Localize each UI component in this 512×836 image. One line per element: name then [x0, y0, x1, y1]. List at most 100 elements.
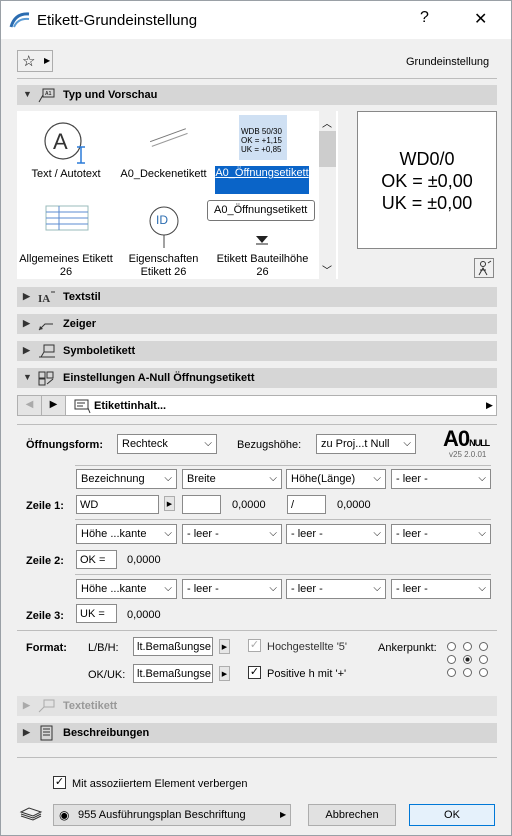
okuk-label: OK/UK: — [88, 669, 126, 681]
zeile2-select-3[interactable]: - leer - ⌵ — [286, 524, 386, 544]
id-text: ID — [156, 213, 168, 227]
arrow-right-icon: ▶ — [44, 56, 51, 65]
title-bar: Etikett-Grundeinstellung ? ✕ — [1, 1, 511, 39]
lbh-input[interactable]: lt.Bemaßungse — [133, 637, 213, 656]
library-scrollbar[interactable]: ︿ ﹀ — [319, 111, 336, 279]
chevron-down-icon: ⌵ — [164, 528, 172, 539]
section-beschreibungen[interactable]: ▶ Beschreibungen — [17, 723, 497, 743]
divider — [17, 78, 497, 79]
thumbnail-line: UK = +0,85 — [241, 145, 282, 154]
anchor-radio[interactable] — [479, 642, 488, 651]
select-value: Breite — [187, 473, 216, 485]
help-button[interactable]: ? — [420, 9, 429, 27]
zeile3-select-1[interactable]: Höhe ...kante ⌵ — [76, 579, 177, 599]
zeile3-input-1[interactable]: UK = — [76, 604, 117, 623]
svg-text:IA: IA — [38, 293, 50, 305]
chevron-down-icon: ⌵ — [164, 583, 172, 594]
anchor-radio[interactable] — [447, 655, 456, 664]
ok-button[interactable]: OK — [409, 804, 495, 826]
nav-page-label[interactable]: Etikettinhalt... — [94, 400, 166, 412]
section-typ-und-vorschau[interactable]: ▼ A1 Typ und Vorschau — [17, 85, 497, 105]
zeile3-select-4[interactable]: - leer - ⌵ — [391, 579, 491, 599]
section-title: Zeiger — [63, 318, 97, 330]
textstyle-icon: IA — [37, 289, 57, 305]
select-value: - leer - — [396, 528, 428, 540]
select-value: - leer - — [187, 528, 219, 540]
select-value: - leer - — [291, 528, 323, 540]
section-title: Beschreibungen — [63, 727, 150, 739]
nav-dropdown-arrow-icon[interactable]: ▶ — [486, 400, 493, 411]
chevron-down-icon: ⌵ — [164, 473, 172, 484]
anchor-radio[interactable] — [447, 668, 456, 677]
page-icon — [74, 398, 92, 417]
expand-icon: ▶ — [23, 318, 30, 328]
preview-mode-button[interactable] — [474, 258, 494, 278]
divider — [17, 630, 497, 631]
library-item-allgemeines-etikett[interactable]: Allgemeines Etikett 26 — [17, 203, 115, 279]
oeffnungsform-select[interactable]: Rechteck ⌵ — [117, 434, 217, 454]
zeile1-arrow-button[interactable]: ▶ — [164, 496, 175, 511]
scroll-thumb[interactable] — [319, 131, 336, 167]
section-a-null-einstellungen[interactable]: ▼ Einstellungen A-Null Öffnungsetikett — [17, 368, 497, 388]
section-zeiger[interactable]: ▶ Zeiger — [17, 314, 497, 334]
zeile1-input-3[interactable]: / — [287, 495, 326, 514]
anchor-radio[interactable] — [479, 668, 488, 677]
library-item-label: A0_Deckenetikett — [120, 168, 207, 180]
library-item-a0-oeffnungsetikett[interactable]: WDB 50/30 OK = +1,15 UK = +0,85 A0_Öffnu… — [215, 111, 310, 196]
cancel-button[interactable]: Abbrechen — [308, 804, 396, 826]
zeile1-select-4[interactable]: - leer - ⌵ — [391, 469, 491, 489]
divider — [75, 574, 491, 575]
anchor-radio[interactable] — [463, 668, 472, 677]
zeile1-select-2[interactable]: Breite ⌵ — [182, 469, 282, 489]
zeile2-select-4[interactable]: - leer - ⌵ — [391, 524, 491, 544]
zeile2-select-1[interactable]: Höhe ...kante ⌵ — [76, 524, 177, 544]
library-item-text-autotext[interactable]: A Text / Autotext — [17, 111, 115, 196]
svg-text:A1: A1 — [45, 91, 52, 97]
zeile2-input-1[interactable]: OK = — [76, 550, 117, 569]
positive-checkbox[interactable]: ✓ — [248, 666, 261, 679]
zeile1-select-1[interactable]: Bezeichnung ⌵ — [76, 469, 177, 489]
version-label: v25 2.0.01 — [449, 450, 487, 459]
okuk-input[interactable]: lt.Bemaßungse — [133, 664, 213, 683]
nav-next-button[interactable]: ▶ — [42, 396, 66, 415]
zeile3-select-2[interactable]: - leer - ⌵ — [182, 579, 282, 599]
layer-select[interactable]: ◉ 955 Ausführungsplan Beschriftung ▶ — [53, 804, 291, 826]
library-item-label-selected: A0_Öffnungsetikett — [215, 166, 309, 194]
zeile2-value-1: 0,0000 — [127, 554, 161, 566]
section-textstil[interactable]: ▶ IA Textstil — [17, 287, 497, 307]
zeile1-input-1[interactable]: WD — [76, 495, 159, 514]
zeile1-select-3[interactable]: Höhe(Länge) ⌵ — [286, 469, 386, 489]
okuk-arrow-button[interactable]: ▶ — [219, 666, 230, 681]
document-icon — [37, 725, 57, 741]
hochgestellte-checkbox[interactable]: ✓ — [248, 639, 261, 652]
zeile1-label: Zeile 1: — [26, 500, 64, 512]
anchor-radio[interactable] — [479, 655, 488, 664]
format-label: Format: — [26, 642, 67, 654]
scroll-up-icon[interactable]: ︿ — [322, 115, 332, 130]
section-textetikett[interactable]: ▶ Textetikett — [17, 696, 497, 716]
anchor-radio[interactable] — [463, 642, 472, 651]
zeile3-select-3[interactable]: - leer - ⌵ — [286, 579, 386, 599]
section-title: Einstellungen A-Null Öffnungsetikett — [63, 372, 255, 384]
scroll-down-icon[interactable]: ﹀ — [322, 262, 332, 277]
zeile1-input-2[interactable] — [182, 495, 221, 514]
select-value: zu Proj...t Null — [321, 438, 390, 450]
anchor-radio[interactable] — [447, 642, 456, 651]
thumbnail-line: OK = +1,15 — [241, 136, 282, 145]
hochgestellte-label: Hochgestellte '5' — [267, 641, 348, 653]
nav-prev-button[interactable]: ◀ — [18, 396, 42, 415]
library-item-a0-deckenetikett[interactable]: A0_Deckenetikett — [116, 111, 211, 196]
lbh-arrow-button[interactable]: ▶ — [219, 639, 230, 654]
hide-with-element-checkbox[interactable]: ✓ — [53, 776, 66, 789]
library-item-eigenschaften-etikett[interactable]: ID Eigenschaften Etikett 26 — [116, 203, 211, 279]
close-button[interactable]: ✕ — [474, 9, 487, 29]
label-icon: A1 — [37, 87, 57, 103]
zeile2-select-2[interactable]: - leer - ⌵ — [182, 524, 282, 544]
bezugshoehe-select[interactable]: zu Proj...t Null ⌵ — [316, 434, 416, 454]
anchor-radio-selected[interactable] — [463, 655, 472, 664]
symbol-label-icon — [37, 343, 57, 359]
grundeinstellung-label: Grundeinstellung — [406, 56, 490, 68]
section-symboletikett[interactable]: ▶ Symboletikett — [17, 341, 497, 361]
favorites-button[interactable]: ☆ ▶ — [17, 50, 53, 72]
library-item-etikett-bauteilhoehe[interactable]: Etikett Bauteilhöhe 26 — [215, 203, 310, 279]
